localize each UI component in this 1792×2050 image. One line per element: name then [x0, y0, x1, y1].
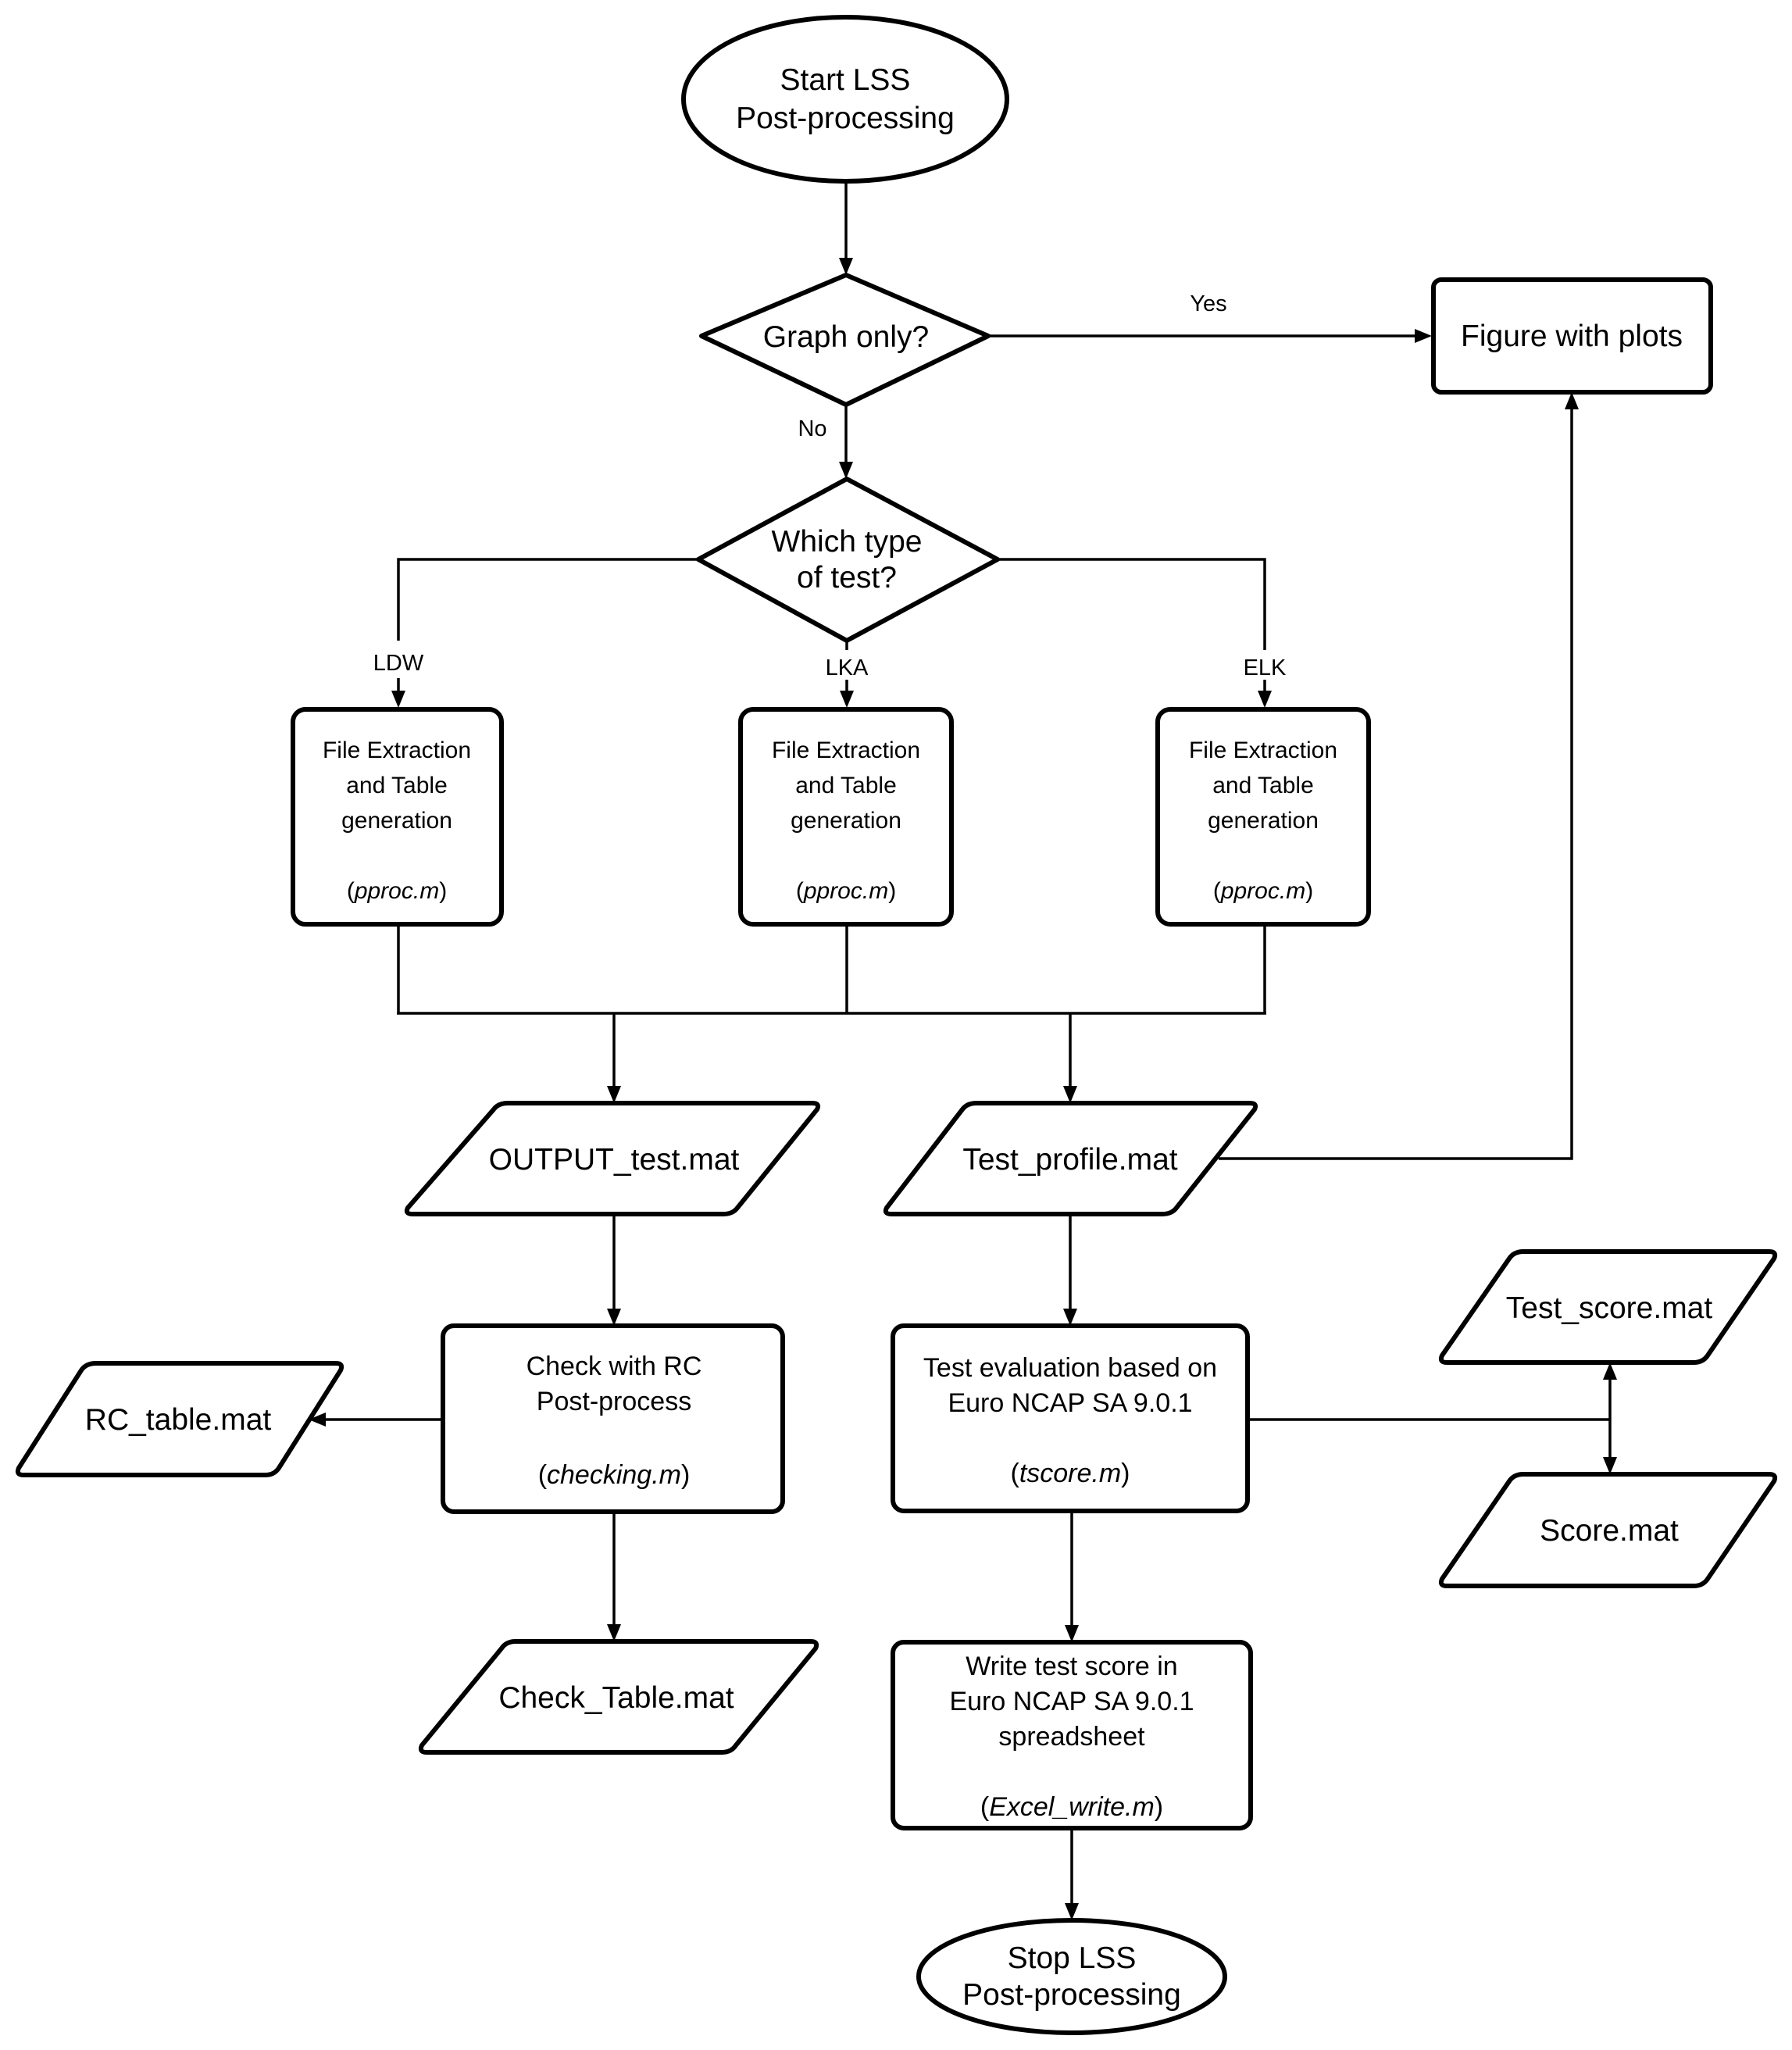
- script-name: pproc.m: [1220, 878, 1305, 904]
- script-name: checking.m: [547, 1460, 681, 1490]
- arrowhead-icon: [607, 1309, 621, 1326]
- terminator-shape: [681, 15, 1009, 184]
- test-type-line-1: Which type: [772, 525, 923, 559]
- check-table-data[interactable]: Check_Table.mat: [418, 1639, 819, 1755]
- test-score-data[interactable]: Test_score.mat: [1438, 1249, 1778, 1365]
- arrowhead-icon: [1065, 1903, 1079, 1920]
- stop-line-1: Stop LSS: [1008, 1941, 1137, 1975]
- stop-line-2: Post-processing: [962, 1978, 1181, 2012]
- arrowhead-icon: [1063, 1309, 1077, 1326]
- edge-label-ldw: LDW: [373, 651, 424, 676]
- decision-shape: [696, 477, 1000, 643]
- script-name: pproc.m: [354, 878, 439, 904]
- script-name: tscore.m: [1019, 1459, 1121, 1488]
- figure-label: Figure with plots: [1461, 320, 1683, 353]
- check-line-2: Post-process: [537, 1387, 691, 1416]
- terminator-shape: [916, 1918, 1227, 2035]
- extraction-line-1: File Extraction: [772, 738, 920, 763]
- test-type-decision[interactable]: Which type of test?: [696, 477, 1000, 643]
- output-test-label: OUTPUT_test.mat: [489, 1143, 740, 1177]
- test-profile-data[interactable]: Test_profile.mat: [883, 1101, 1258, 1216]
- edge-label-yes: Yes: [1190, 291, 1226, 316]
- figure-with-plots-node[interactable]: Figure with plots: [1431, 277, 1713, 395]
- extraction-script: (pproc.m): [347, 878, 447, 904]
- evaluation-line-2: Euro NCAP SA 9.0.1: [948, 1388, 1192, 1418]
- arrowhead-icon: [1063, 1086, 1077, 1103]
- script-name: Excel_write.m: [989, 1792, 1155, 1822]
- arrowhead-icon: [1065, 1625, 1079, 1642]
- extraction-line-3: generation: [341, 808, 452, 834]
- extraction-ldw-node[interactable]: File Extraction and Table generation (pp…: [291, 707, 504, 927]
- edge-label-no: No: [798, 416, 826, 441]
- output-test-data[interactable]: OUTPUT_test.mat: [404, 1101, 821, 1216]
- write-line-2: Euro NCAP SA 9.0.1: [949, 1687, 1194, 1716]
- edge-label-elk: ELK: [1244, 655, 1287, 680]
- test-type-line-2: of test?: [797, 561, 897, 595]
- start-line-2: Post-processing: [736, 102, 955, 135]
- arrowhead-icon: [1258, 691, 1272, 708]
- evaluation-line-1: Test evaluation based on: [923, 1353, 1217, 1383]
- flowchart-canvas: Yes No LDW LKA ELK Start LSS Post-proces…: [15, 15, 1778, 2035]
- arrowhead-icon: [391, 691, 405, 708]
- extraction-line-1: File Extraction: [323, 738, 471, 763]
- graph-only-label: Graph only?: [763, 320, 929, 354]
- evaluation-node[interactable]: Test evaluation based on Euro NCAP SA 9.…: [891, 1323, 1250, 1513]
- edge-test-type-to-ldw-upper: [397, 558, 698, 641]
- arrowhead-icon: [607, 1624, 621, 1641]
- edge-test-type-to-elk-upper: [998, 558, 1266, 650]
- extraction-line-2: and Table: [346, 773, 448, 798]
- graph-only-decision[interactable]: Graph only?: [699, 273, 991, 407]
- extraction-script: (pproc.m): [1213, 878, 1313, 904]
- rc-table-data[interactable]: RC_table.mat: [15, 1361, 344, 1477]
- arrowhead-icon: [1603, 1457, 1617, 1474]
- evaluation-script: (tscore.m): [1010, 1459, 1130, 1488]
- rc-table-label: RC_table.mat: [85, 1403, 272, 1437]
- write-line-1: Write test score in: [966, 1652, 1177, 1681]
- extraction-lka-node[interactable]: File Extraction and Table generation (pp…: [738, 707, 954, 927]
- write-line-3: spreadsheet: [998, 1722, 1145, 1752]
- arrowhead-icon: [840, 691, 854, 708]
- extraction-line-2: and Table: [1212, 773, 1314, 798]
- start-line-1: Start LSS: [780, 63, 911, 97]
- extraction-line-2: and Table: [795, 773, 897, 798]
- extraction-elk-node[interactable]: File Extraction and Table generation (pp…: [1155, 707, 1371, 927]
- edge-label-lka: LKA: [826, 655, 869, 680]
- check-table-label: Check_Table.mat: [498, 1681, 734, 1715]
- arrowhead-icon: [607, 1086, 621, 1103]
- script-name: pproc.m: [803, 878, 888, 904]
- write-node[interactable]: Write test score in Euro NCAP SA 9.0.1 s…: [891, 1640, 1253, 1830]
- extraction-line-3: generation: [791, 808, 901, 834]
- arrowhead-icon: [1565, 392, 1579, 409]
- extraction-line-3: generation: [1208, 808, 1319, 834]
- test-score-label: Test_score.mat: [1506, 1291, 1713, 1325]
- score-data[interactable]: Score.mat: [1438, 1472, 1778, 1588]
- check-script: (checking.m): [538, 1460, 691, 1490]
- arrowhead-icon: [1415, 329, 1432, 343]
- extraction-script: (pproc.m): [796, 878, 896, 904]
- score-label: Score.mat: [1540, 1514, 1679, 1548]
- check-node[interactable]: Check with RC Post-process (checking.m): [441, 1323, 785, 1514]
- write-script: (Excel_write.m): [980, 1792, 1163, 1822]
- arrowhead-icon: [839, 462, 853, 479]
- start-node[interactable]: Start LSS Post-processing: [681, 15, 1009, 184]
- stop-node[interactable]: Stop LSS Post-processing: [916, 1918, 1227, 2035]
- extraction-line-1: File Extraction: [1189, 738, 1337, 763]
- check-line-1: Check with RC: [527, 1352, 702, 1381]
- arrowhead-icon: [839, 258, 853, 275]
- test-profile-label: Test_profile.mat: [962, 1143, 1177, 1177]
- arrowhead-icon: [1603, 1362, 1617, 1380]
